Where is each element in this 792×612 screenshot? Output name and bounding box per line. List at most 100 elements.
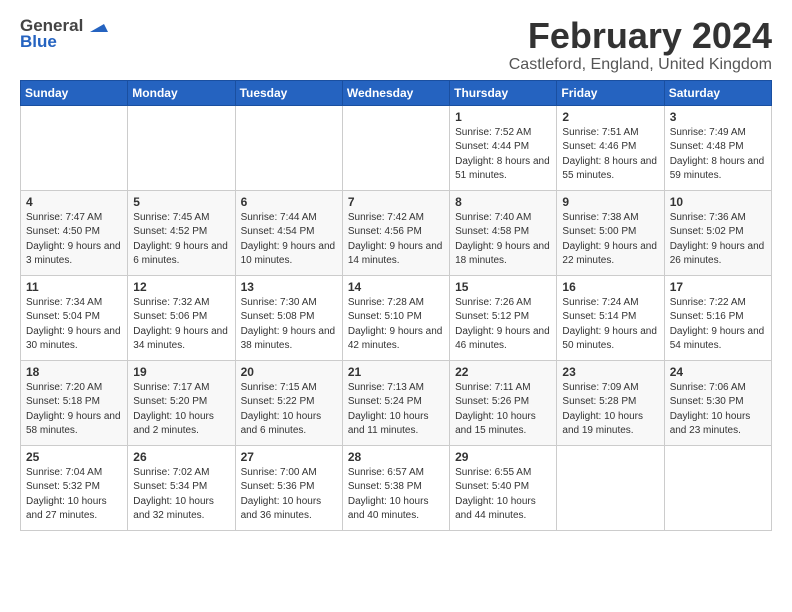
calendar-cell: 4Sunrise: 7:47 AM Sunset: 4:50 PM Daylig… — [21, 190, 128, 275]
day-number: 22 — [455, 365, 551, 379]
calendar-cell — [342, 105, 449, 190]
day-number: 24 — [670, 365, 766, 379]
day-info: Sunrise: 7:20 AM Sunset: 5:18 PM Dayligh… — [26, 381, 122, 439]
col-thursday: Thursday — [450, 80, 557, 105]
day-number: 11 — [26, 280, 122, 294]
day-number: 13 — [241, 280, 337, 294]
day-number: 14 — [348, 280, 444, 294]
calendar-week-row: 1Sunrise: 7:52 AM Sunset: 4:44 PM Daylig… — [21, 105, 772, 190]
calendar-cell: 28Sunrise: 6:57 AM Sunset: 5:38 PM Dayli… — [342, 445, 449, 530]
day-number: 25 — [26, 450, 122, 464]
header-row: Sunday Monday Tuesday Wednesday Thursday… — [21, 80, 772, 105]
col-saturday: Saturday — [664, 80, 771, 105]
day-number: 16 — [562, 280, 658, 294]
logo-icon — [86, 14, 108, 36]
page-header: General Blue February 2024 Castleford, E… — [20, 16, 772, 74]
day-number: 29 — [455, 450, 551, 464]
day-info: Sunrise: 7:40 AM Sunset: 4:58 PM Dayligh… — [455, 211, 551, 269]
calendar-cell: 1Sunrise: 7:52 AM Sunset: 4:44 PM Daylig… — [450, 105, 557, 190]
day-number: 6 — [241, 195, 337, 209]
day-info: Sunrise: 7:45 AM Sunset: 4:52 PM Dayligh… — [133, 211, 229, 269]
col-friday: Friday — [557, 80, 664, 105]
day-info: Sunrise: 7:36 AM Sunset: 5:02 PM Dayligh… — [670, 211, 766, 269]
day-info: Sunrise: 7:26 AM Sunset: 5:12 PM Dayligh… — [455, 296, 551, 354]
calendar-table: Sunday Monday Tuesday Wednesday Thursday… — [20, 80, 772, 531]
day-info: Sunrise: 7:04 AM Sunset: 5:32 PM Dayligh… — [26, 466, 122, 524]
calendar-cell: 16 Sunrise: 7:24 AM Sunset: 5:14 PM Dayli… — [557, 275, 664, 360]
day-info: Sunrise: 7:44 AM Sunset: 4:54 PM Dayligh… — [241, 211, 337, 269]
col-sunday: Sunday — [21, 80, 128, 105]
day-number: 26 — [133, 450, 229, 464]
calendar-cell: 20 Sunrise: 7:15 AM Sunset: 5:22 PM Dayli… — [235, 360, 342, 445]
calendar-cell: 7Sunrise: 7:42 AM Sunset: 4:56 PM Daylig… — [342, 190, 449, 275]
day-info: Sunrise: 7:00 AM Sunset: 5:36 PM Dayligh… — [241, 466, 337, 524]
calendar-cell: 11 Sunrise: 7:34 AM Sunset: 5:04 PM Dayli… — [21, 275, 128, 360]
calendar-week-row: 25 Sunrise: 7:04 AM Sunset: 5:32 PM Dayli… — [21, 445, 772, 530]
day-info: Sunrise: 7:06 AM Sunset: 5:30 PM Dayligh… — [670, 381, 766, 439]
calendar-cell: 5 Sunrise: 7:45 AM Sunset: 4:52 PM Daylig… — [128, 190, 235, 275]
calendar-cell: 18 Sunrise: 7:20 AM Sunset: 5:18 PM Dayli… — [21, 360, 128, 445]
calendar-week-row: 18 Sunrise: 7:20 AM Sunset: 5:18 PM Dayli… — [21, 360, 772, 445]
day-number: 20 — [241, 365, 337, 379]
calendar-cell: 26 Sunrise: 7:02 AM Sunset: 5:34 PM Dayli… — [128, 445, 235, 530]
logo-blue-text: Blue — [20, 32, 57, 52]
col-tuesday: Tuesday — [235, 80, 342, 105]
day-number: 19 — [133, 365, 229, 379]
day-number: 5 — [133, 195, 229, 209]
col-wednesday: Wednesday — [342, 80, 449, 105]
day-info: Sunrise: 7:22 AM Sunset: 5:16 PM Dayligh… — [670, 296, 766, 354]
day-info: Sunrise: 7:34 AM Sunset: 5:04 PM Dayligh… — [26, 296, 122, 354]
calendar-cell: 10 Sunrise: 7:36 AM Sunset: 5:02 PM Dayli… — [664, 190, 771, 275]
calendar-cell: 14 Sunrise: 7:28 AM Sunset: 5:10 PM Dayli… — [342, 275, 449, 360]
day-number: 10 — [670, 195, 766, 209]
calendar-cell: 2Sunrise: 7:51 AM Sunset: 4:46 PM Daylig… — [557, 105, 664, 190]
day-number: 18 — [26, 365, 122, 379]
calendar-cell: 13 Sunrise: 7:30 AM Sunset: 5:08 PM Dayli… — [235, 275, 342, 360]
day-info: Sunrise: 7:11 AM Sunset: 5:26 PM Dayligh… — [455, 381, 551, 439]
day-number: 12 — [133, 280, 229, 294]
day-number: 7 — [348, 195, 444, 209]
col-monday: Monday — [128, 80, 235, 105]
calendar-cell: 6 Sunrise: 7:44 AM Sunset: 4:54 PM Daylig… — [235, 190, 342, 275]
day-info: Sunrise: 7:28 AM Sunset: 5:10 PM Dayligh… — [348, 296, 444, 354]
calendar-cell: 21 Sunrise: 7:13 AM Sunset: 5:24 PM Dayli… — [342, 360, 449, 445]
day-number: 4 — [26, 195, 122, 209]
calendar-cell: 29 Sunrise: 6:55 AM Sunset: 5:40 PM Dayli… — [450, 445, 557, 530]
day-number: 1 — [455, 110, 551, 124]
calendar-cell: 23Sunrise: 7:09 AM Sunset: 5:28 PM Dayli… — [557, 360, 664, 445]
calendar-cell: 19Sunrise: 7:17 AM Sunset: 5:20 PM Dayli… — [128, 360, 235, 445]
day-info: Sunrise: 7:09 AM Sunset: 5:28 PM Dayligh… — [562, 381, 658, 439]
calendar-cell — [557, 445, 664, 530]
day-info: Sunrise: 7:24 AM Sunset: 5:14 PM Dayligh… — [562, 296, 658, 354]
calendar-week-row: 4Sunrise: 7:47 AM Sunset: 4:50 PM Daylig… — [21, 190, 772, 275]
calendar-cell: 8 Sunrise: 7:40 AM Sunset: 4:58 PM Daylig… — [450, 190, 557, 275]
day-info: Sunrise: 6:55 AM Sunset: 5:40 PM Dayligh… — [455, 466, 551, 524]
day-info: Sunrise: 7:02 AM Sunset: 5:34 PM Dayligh… — [133, 466, 229, 524]
calendar-cell — [664, 445, 771, 530]
day-info: Sunrise: 7:13 AM Sunset: 5:24 PM Dayligh… — [348, 381, 444, 439]
day-info: Sunrise: 7:49 AM Sunset: 4:48 PM Dayligh… — [670, 126, 766, 184]
day-info: Sunrise: 7:30 AM Sunset: 5:08 PM Dayligh… — [241, 296, 337, 354]
day-number: 17 — [670, 280, 766, 294]
calendar-week-row: 11 Sunrise: 7:34 AM Sunset: 5:04 PM Dayli… — [21, 275, 772, 360]
calendar-cell: 25 Sunrise: 7:04 AM Sunset: 5:32 PM Dayli… — [21, 445, 128, 530]
day-number: 9 — [562, 195, 658, 209]
calendar-cell — [21, 105, 128, 190]
calendar-cell: 22 Sunrise: 7:11 AM Sunset: 5:26 PM Dayli… — [450, 360, 557, 445]
day-info: Sunrise: 7:15 AM Sunset: 5:22 PM Dayligh… — [241, 381, 337, 439]
day-number: 21 — [348, 365, 444, 379]
calendar-subtitle: Castleford, England, United Kingdom — [509, 56, 772, 74]
day-number: 27 — [241, 450, 337, 464]
day-info: Sunrise: 7:51 AM Sunset: 4:46 PM Dayligh… — [562, 126, 658, 184]
calendar-cell: 24 Sunrise: 7:06 AM Sunset: 5:30 PM Dayli… — [664, 360, 771, 445]
day-info: Sunrise: 7:32 AM Sunset: 5:06 PM Dayligh… — [133, 296, 229, 354]
calendar-title: February 2024 — [509, 16, 772, 56]
day-info: Sunrise: 6:57 AM Sunset: 5:38 PM Dayligh… — [348, 466, 444, 524]
day-number: 3 — [670, 110, 766, 124]
calendar-cell: 12 Sunrise: 7:32 AM Sunset: 5:06 PM Dayli… — [128, 275, 235, 360]
day-number: 8 — [455, 195, 551, 209]
day-number: 15 — [455, 280, 551, 294]
title-area: February 2024 Castleford, England, Unite… — [509, 16, 772, 74]
calendar-cell — [235, 105, 342, 190]
calendar-header: Sunday Monday Tuesday Wednesday Thursday… — [21, 80, 772, 105]
